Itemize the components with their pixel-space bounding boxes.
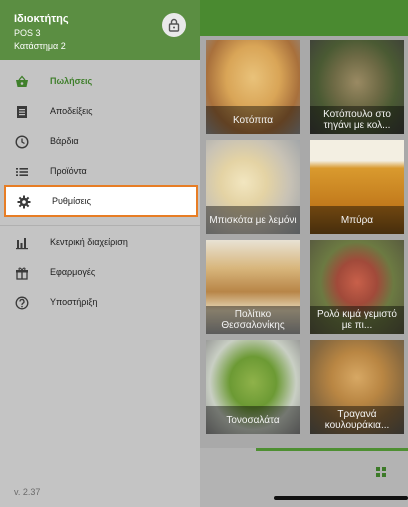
menu-item-label: Εφαρμογές: [50, 267, 96, 277]
menu-item-receipts[interactable]: Αποδείξεις: [0, 97, 200, 127]
product-tile[interactable]: Μπισκότα με λεμόνι: [206, 140, 300, 234]
product-name: Κοτόπιτα: [206, 106, 300, 134]
product-tile[interactable]: Τραγανά κουλουράκια...: [310, 340, 404, 434]
menu-item-label: Αποδείξεις: [50, 106, 93, 116]
menu-item-label: Πωλήσεις: [50, 76, 93, 86]
product-tile[interactable]: Τονοσαλάτα: [206, 340, 300, 434]
menu-item-settings[interactable]: Ρυθμίσεις: [4, 185, 198, 217]
menu-item-apps[interactable]: Εφαρμογές: [0, 258, 200, 288]
product-tile[interactable]: Μπύρα: [310, 140, 404, 234]
menu-item-sales[interactable]: Πωλήσεις: [0, 67, 200, 97]
selected-tab-indicator: [256, 448, 408, 451]
product-tile[interactable]: Ρολό κιμά γεμιστό με πι...: [310, 240, 404, 334]
product-name: Κοτόπουλο στο τηγάνι με κολ...: [310, 106, 404, 134]
user-role: Ιδιοκτήτης: [14, 13, 69, 25]
product-tile[interactable]: Κοτόπουλο στο τηγάνι με κολ...: [310, 40, 404, 134]
app-header: [200, 0, 408, 36]
product-name: Μπύρα: [310, 206, 404, 234]
list-icon: [16, 168, 28, 176]
drawer-header: Ιδιοκτήτης POS 3 Κατάστημα 2: [0, 0, 200, 60]
receipt-icon: [17, 106, 27, 118]
bottom-bar: [200, 448, 408, 507]
product-name: Μπισκότα με λεμόνι: [206, 206, 300, 234]
apps-icon: [16, 267, 28, 280]
product-name: Τονοσαλάτα: [206, 406, 300, 434]
app-version: v. 2.37: [14, 487, 41, 497]
product-name: Πολίτικο Θεσσαλονίκης: [206, 306, 300, 334]
app-content: Κοτόπιτα Κοτόπουλο στο τηγάνι με κολ... …: [200, 0, 408, 507]
store-name: Κατάστημα 2: [14, 41, 66, 51]
pos-name: POS 3: [14, 28, 41, 38]
help-icon: [15, 296, 29, 310]
lock-button[interactable]: [162, 13, 186, 37]
product-name: Τραγανά κουλουράκια...: [310, 406, 404, 434]
basket-icon: [16, 75, 28, 87]
bar-chart-icon: [16, 238, 28, 250]
menu-item-label: Υποστήριξη: [50, 297, 98, 307]
navigation-drawer: Ιδιοκτήτης POS 3 Κατάστημα 2 Πωλήσεις Απ…: [0, 0, 200, 507]
menu-item-label: Ρυθμίσεις: [52, 196, 92, 206]
product-grid: Κοτόπιτα Κοτόπουλο στο τηγάνι με κολ... …: [206, 40, 404, 442]
menu-item-label: Κεντρική διαχείριση: [50, 237, 128, 247]
home-indicator: [274, 496, 408, 500]
gear-icon: [17, 195, 31, 209]
menu-divider: [0, 225, 200, 226]
menu-item-shift[interactable]: Βάρδια: [0, 127, 200, 157]
menu-item-products[interactable]: Προϊόντα: [0, 157, 200, 187]
menu-item-label: Προϊόντα: [50, 166, 87, 176]
grid-view-icon[interactable]: [376, 467, 386, 477]
menu-item-central-management[interactable]: Κεντρική διαχείριση: [0, 228, 200, 258]
product-name: Ρολό κιμά γεμιστό με πι...: [310, 306, 404, 334]
product-tile[interactable]: Κοτόπιτα: [206, 40, 300, 134]
lock-icon: [168, 18, 180, 32]
menu-item-support[interactable]: Υποστήριξη: [0, 288, 200, 318]
menu-item-label: Βάρδια: [50, 136, 79, 146]
product-tile[interactable]: Πολίτικο Θεσσαλονίκης: [206, 240, 300, 334]
clock-icon: [15, 135, 29, 149]
